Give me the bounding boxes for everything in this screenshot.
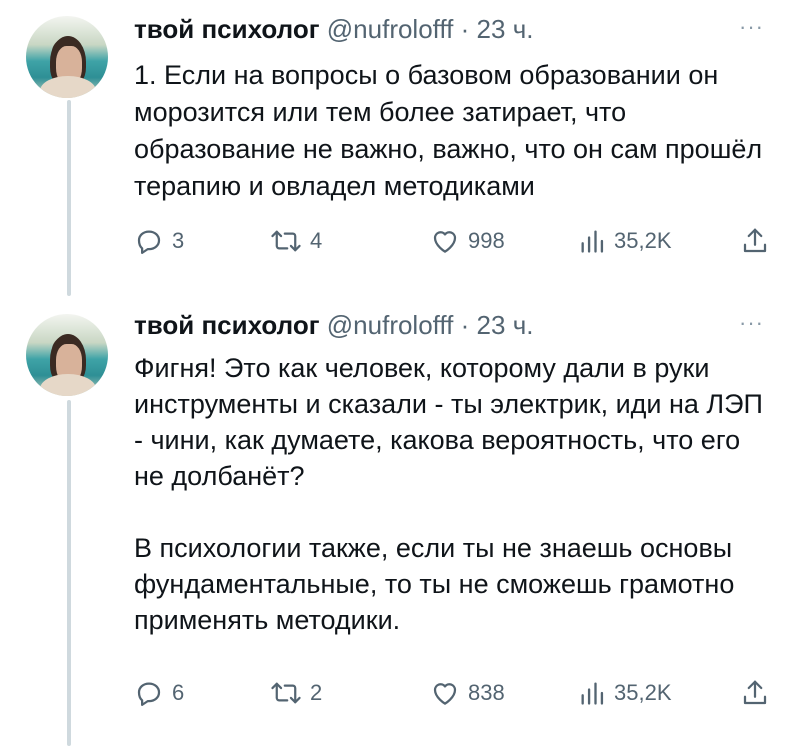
separator-dot: ·	[460, 14, 470, 44]
share-icon	[743, 228, 767, 253]
author-name[interactable]: твой психолог	[134, 310, 320, 340]
author-handle[interactable]: @nufrolofff	[327, 14, 454, 44]
author-handle[interactable]: @nufrolofff	[327, 310, 454, 340]
tweet-header: твой психолог @nufrolofff · 23 ч.	[134, 310, 533, 341]
retweet-count: 2	[310, 680, 323, 705]
reply-count: 6	[172, 680, 185, 705]
views-icon	[581, 230, 604, 253]
views-button[interactable]: 35,2K	[578, 678, 672, 708]
more-options-button[interactable]: ···	[739, 310, 764, 336]
retweet-icon	[271, 230, 301, 252]
avatar-body	[40, 76, 96, 98]
like-icon	[433, 683, 457, 705]
timestamp[interactable]: 23 ч.	[477, 14, 534, 44]
retweet-count: 4	[310, 228, 323, 253]
avatar[interactable]	[26, 314, 108, 396]
retweet-button[interactable]: 2	[270, 678, 322, 708]
share-button[interactable]	[740, 678, 770, 708]
author-name[interactable]: твой психолог	[134, 14, 320, 44]
avatar-body	[40, 374, 96, 396]
like-count: 838	[468, 680, 505, 705]
like-icon	[433, 231, 457, 253]
tweet-text: Фигня! Это как человек, которому дали в …	[134, 353, 763, 635]
reply-icon	[137, 682, 161, 706]
separator-dot: ·	[460, 310, 470, 340]
share-button[interactable]	[740, 226, 770, 256]
tweet[interactable]: твой психолог @nufrolofff · 23 ч. ··· Фи…	[0, 300, 800, 746]
reply-button[interactable]: 3	[134, 226, 184, 256]
views-icon	[581, 682, 604, 705]
reply-count: 3	[172, 228, 185, 253]
avatar[interactable]	[26, 16, 108, 98]
reply-button[interactable]: 6	[134, 678, 184, 708]
tweet[interactable]: твой психолог @nufrolofff · 23 ч. ··· 1.…	[0, 0, 800, 300]
retweet-button[interactable]: 4	[270, 226, 322, 256]
retweet-icon	[271, 682, 301, 704]
timestamp[interactable]: 23 ч.	[477, 310, 534, 340]
more-options-button[interactable]: ···	[739, 14, 764, 40]
share-icon	[743, 680, 767, 705]
tweet-actions: 6 2 838 35,2K	[134, 678, 774, 708]
views-count: 35,2K	[614, 228, 672, 253]
like-button[interactable]: 998	[430, 226, 505, 256]
tweet-header: твой психолог @nufrolofff · 23 ч.	[134, 14, 533, 45]
tweet-text: 1. Если на вопросы о базовом образовании…	[134, 60, 770, 201]
reply-icon	[137, 230, 161, 254]
views-button[interactable]: 35,2K	[578, 226, 672, 256]
views-count: 35,2K	[614, 680, 672, 705]
tweet-actions: 3 4 998 35,2K	[134, 226, 774, 256]
like-count: 998	[468, 228, 505, 253]
like-button[interactable]: 838	[430, 678, 505, 708]
